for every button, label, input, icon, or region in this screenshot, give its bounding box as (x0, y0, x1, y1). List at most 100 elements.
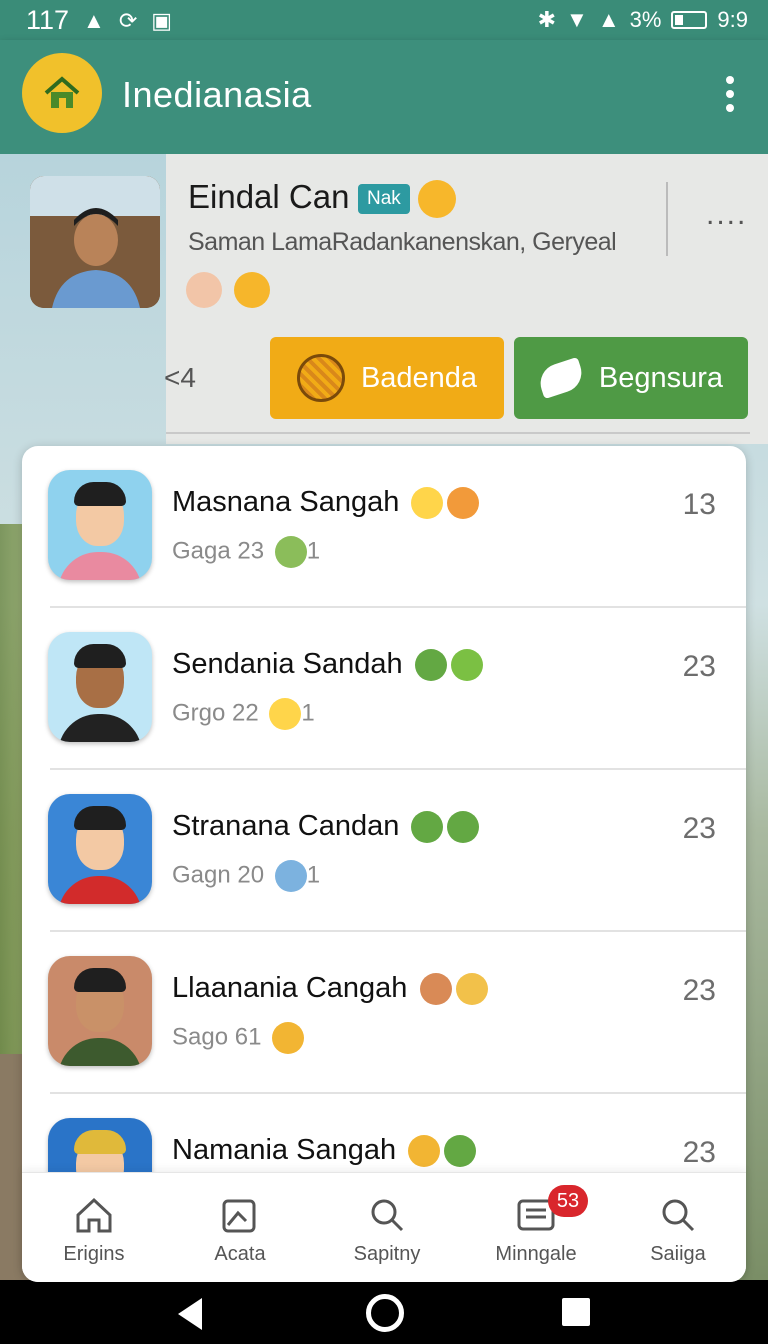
badenda-label: Badenda (360, 361, 478, 394)
contact-sub: Grgo 22 1 (172, 698, 315, 730)
signal-icon: ▲ (83, 7, 105, 33)
recent-apps-icon[interactable] (562, 1298, 590, 1326)
contact-sub-count: 1 (301, 699, 315, 727)
avatar (48, 956, 152, 1066)
list-item[interactable]: Stranana Candan Gagn 20 1 23 (22, 770, 746, 932)
notification-badge: 53 (548, 1185, 588, 1217)
contact-name-text: Sendania Sandah (172, 648, 403, 680)
contact-count: 23 (682, 650, 716, 683)
nav-label: Saiiga (650, 1243, 706, 1265)
begnsura-label: Begnsura (598, 361, 724, 394)
contact-name-text: Namania Sangah (172, 1134, 397, 1166)
contact-name-text: Stranana Candan (172, 810, 400, 842)
list-item[interactable]: Sendania Sandah Grgo 22 1 23 (22, 608, 746, 770)
status-time-right: 9:9 (717, 7, 748, 32)
avatar (48, 632, 152, 742)
contact-sub-text: Sago 61 (172, 1023, 262, 1051)
contact-name-text: Masnana Sangah (172, 486, 400, 518)
avatar (48, 470, 152, 580)
more-vert-icon[interactable] (724, 76, 736, 112)
contact-list: Masnana Sangah Gaga 23 1 13 Sendania San… (22, 446, 746, 1282)
sun-emoji-icon (269, 698, 302, 730)
nav-label: Erigins (63, 1243, 125, 1265)
nav-label: Sapitny (353, 1243, 421, 1265)
battery-percent: 3% (629, 7, 662, 32)
home-icon (44, 76, 80, 108)
contact-name: Stranana Candan (172, 810, 480, 844)
contact-name: Llaanania Cangah (172, 972, 488, 1006)
contact-count: 23 (682, 974, 716, 1007)
sweat-emoji-icon (274, 536, 307, 568)
list-item[interactable]: Masnana Sangah Gaga 23 1 13 (22, 446, 746, 608)
contact-sub-text: Gagn 20 (172, 861, 265, 889)
search-icon (371, 1199, 404, 1232)
bird-icon (535, 356, 587, 400)
notification-icon: ▣ (151, 7, 173, 33)
contact-name: Namania Sangah (172, 1134, 477, 1168)
check-icon (414, 649, 447, 682)
sync-icon: ⟳ (118, 7, 138, 33)
nav-label: Minngale (495, 1243, 577, 1265)
home-outline-icon (76, 1197, 112, 1233)
nav-item-saiiga[interactable]: Saiiga (608, 1173, 748, 1283)
status-bar: 117 ▲ ⟳ ▣ ✱ ▼ ▲ 3% 9:9 (0, 0, 768, 40)
contact-sub: Sago 61 (172, 1022, 305, 1054)
profile-more-icon[interactable]: .... (706, 198, 747, 232)
check-icon (447, 811, 480, 844)
star-emoji-icon (408, 1135, 441, 1168)
profile-badge: Nak (358, 184, 410, 214)
back-icon[interactable] (178, 1298, 202, 1330)
status-right: ✱ ▼ ▲ 3% 9:9 (538, 7, 748, 33)
nav-item-minngale[interactable]: 53 Minngale (466, 1173, 606, 1283)
profile-photo-image (30, 176, 160, 308)
basket-icon (296, 354, 345, 402)
divider (166, 432, 750, 434)
tongue-emoji-icon (234, 272, 270, 308)
blush-emoji-icon (447, 487, 480, 520)
check-icon (444, 1135, 477, 1168)
home-button[interactable] (22, 53, 102, 133)
nav-label: Acata (214, 1243, 266, 1265)
sun-emoji-icon (411, 487, 444, 520)
home-circle-icon[interactable] (366, 1294, 404, 1332)
contact-sub-text: Gaga 23 (172, 537, 265, 565)
contact-count: 23 (682, 812, 716, 845)
baby-emoji-icon (455, 973, 488, 1006)
cold-emoji-icon (274, 860, 307, 892)
wifi-icon: ▼ (566, 7, 588, 32)
tongue-emoji-icon (272, 1022, 305, 1054)
app-title: Inedianasia (122, 74, 312, 115)
smile-emoji-icon (186, 272, 222, 308)
search-alt-icon (662, 1199, 695, 1232)
image-edit-icon (222, 1199, 256, 1233)
contact-count: 23 (682, 1136, 716, 1169)
contact-sub: Gagn 20 1 (172, 860, 320, 892)
contact-count: 13 (682, 488, 716, 521)
app-bar: Inedianasia (0, 40, 768, 154)
status-time-left: 117 (26, 5, 70, 35)
contact-name: Sendania Sandah (172, 648, 483, 682)
cell-signal-icon: ▲ (597, 7, 620, 32)
nav-item-erigins[interactable]: Erigins (24, 1173, 164, 1283)
nav-item-acata[interactable]: Acata (170, 1173, 310, 1283)
badenda-button[interactable]: Badenda (270, 337, 504, 419)
boy-emoji-icon (419, 973, 452, 1006)
status-left: 117 ▲ ⟳ ▣ (26, 5, 172, 36)
system-nav-bar (0, 1282, 768, 1344)
profile-divider (666, 182, 668, 256)
avatar (48, 794, 152, 904)
bottom-nav: Erigins Acata Sapitny 53 Minngale Saiiga (22, 1172, 746, 1282)
profile-name: Eindal Can (188, 178, 350, 215)
list-item[interactable]: Llaanania Cangah Sago 61 23 (22, 932, 746, 1094)
profile-subtitle: Saman LamaRadankanenskan, Geryeal (188, 228, 617, 256)
contact-sub-count: 1 (306, 537, 321, 565)
surprised-emoji-icon (418, 180, 456, 218)
begnsura-button[interactable]: Begnsura (514, 337, 748, 419)
contact-sub: Gaga 23 1 (172, 536, 320, 568)
wrench-icon (411, 811, 444, 844)
smile-emoji-icon (450, 649, 483, 682)
count-lead: <4 (164, 362, 196, 393)
profile-photo[interactable] (30, 176, 160, 308)
nav-item-sapitny[interactable]: Sapitny (317, 1173, 457, 1283)
contact-name: Masnana Sangah (172, 486, 480, 520)
